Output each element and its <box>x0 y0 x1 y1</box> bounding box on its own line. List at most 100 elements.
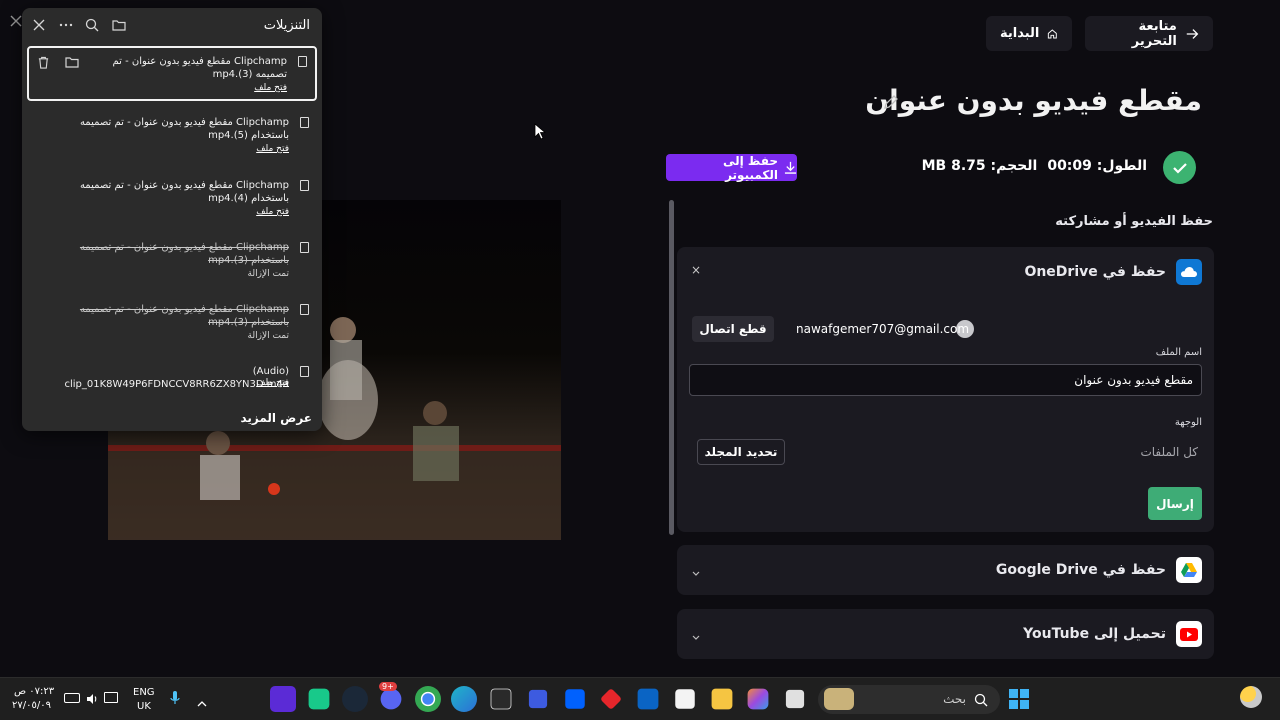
language-top[interactable]: ENG <box>133 687 155 698</box>
store-icon[interactable] <box>675 689 695 709</box>
file-icon <box>300 242 309 253</box>
more-options-icon[interactable] <box>58 17 74 33</box>
youtube-icon <box>1176 621 1202 647</box>
volume-icon[interactable] <box>85 691 99 710</box>
length-value: 00:09 <box>1047 158 1092 174</box>
search-icon[interactable] <box>84 17 100 33</box>
mouse-cursor-icon <box>534 123 547 145</box>
download-item[interactable]: Clipchamp مقطع فيديو بدون عنوان - تم تصم… <box>27 234 317 289</box>
show-in-folder-icon[interactable] <box>65 54 79 73</box>
size-value: 8.75 MB <box>921 158 986 174</box>
disconnect-button[interactable]: قطع اتصال <box>692 316 774 342</box>
youtube-title: تحميل إلى YouTube <box>1023 626 1166 642</box>
search-highlight-icon <box>824 688 854 710</box>
download-item[interactable]: Clipchamp مقطع فيديو بدون عنوان - تم تصم… <box>27 46 317 101</box>
file-icon <box>300 366 309 377</box>
save-to-pc-button[interactable]: حفظ إلى الكمبيوتر <box>666 153 797 182</box>
download-file-name: (Audio) clip_01K8W49P6FDNCCV8RR6ZX8YN3D.… <box>64 366 289 390</box>
steam-icon[interactable] <box>342 686 368 712</box>
disconnect-label: قطع اتصال <box>699 322 767 336</box>
open-folder-icon[interactable] <box>111 17 127 33</box>
google-drive-title: حفظ في Google Drive <box>995 562 1166 578</box>
onedrive-header: حفظ في OneDrive <box>1024 259 1202 285</box>
download-file-name: Clipchamp مقطع فيديو بدون عنوان - تم تصم… <box>79 180 289 204</box>
send-button[interactable]: إرسال <box>1148 487 1202 520</box>
weather-widget-icon[interactable] <box>1240 686 1262 708</box>
save-to-pc-label: حفظ إلى الكمبيوتر <box>722 153 779 182</box>
home-button[interactable]: البداية <box>986 16 1072 51</box>
continue-editing-button[interactable]: متابعة التحرير <box>1085 16 1213 51</box>
youtube-header: تحميل إلى YouTube <box>1023 621 1202 647</box>
file-icon <box>300 180 309 191</box>
downloads-panel: التنزيلات Clipchamp مقطع فيديو بدون عنوا… <box>22 8 322 431</box>
choose-folder-button[interactable]: تحديد المجلد <box>697 439 785 465</box>
onedrive-title: حفظ في OneDrive <box>1024 264 1166 280</box>
home-label: البداية <box>1000 26 1040 41</box>
download-open-link[interactable]: فتح ملف <box>256 144 289 154</box>
arrow-right-icon <box>1186 28 1199 39</box>
close-icon[interactable] <box>31 17 47 33</box>
outlook-icon[interactable] <box>637 688 659 710</box>
scrollbar[interactable] <box>669 200 674 535</box>
file-name-input[interactable] <box>689 364 1202 396</box>
language-bottom[interactable]: UK <box>137 701 151 712</box>
clipchamp-icon[interactable] <box>270 686 296 712</box>
google-drive-card[interactable]: حفظ في Google Drive <box>677 545 1214 595</box>
search-placeholder: بحث <box>943 692 966 706</box>
clock-time[interactable]: ٠٧:٢٣ ص <box>14 686 54 697</box>
download-icon <box>784 161 797 174</box>
download-item[interactable]: Clipchamp مقطع فيديو بدون عنوان - تم تصم… <box>27 109 317 164</box>
microphone-icon[interactable] <box>170 690 180 710</box>
battery-icon[interactable] <box>64 693 80 703</box>
downloads-title: التنزيلات <box>263 18 310 33</box>
discord-icon[interactable] <box>380 688 402 710</box>
download-file-name: Clipchamp مقطع فيديو بدون عنوان - تم تصم… <box>79 304 289 328</box>
download-file-name: Clipchamp مقطع فيديو بدون عنوان - تم تصم… <box>79 242 289 266</box>
onedrive-icon <box>1176 259 1202 285</box>
download-item[interactable]: Clipchamp مقطع فيديو بدون عنوان - تم تصم… <box>27 296 317 351</box>
share-section-label: حفظ الفيديو أو مشاركته <box>1055 214 1213 229</box>
edit-title-icon[interactable] <box>882 93 900 111</box>
chevron-up-icon[interactable] <box>196 693 208 712</box>
epic-games-icon[interactable] <box>490 688 512 710</box>
download-status: تمت الإزالة <box>247 331 289 341</box>
search-icon <box>974 692 988 711</box>
destination-label: الوجهة <box>1174 417 1202 428</box>
app-green-icon[interactable] <box>308 688 330 710</box>
dropbox-icon[interactable] <box>565 689 585 709</box>
app-window-icon[interactable] <box>785 689 805 709</box>
onedrive-card: حفظ في OneDrive × nawafgemer707@gmail.co… <box>677 247 1214 532</box>
download-open-link[interactable]: فتح ملف <box>254 83 287 93</box>
taskbar: ٠٧:٢٣ ص ٢٧/٠٥/٠٩ ENG UK 9+ بحث <box>0 677 1280 720</box>
delete-icon[interactable] <box>37 54 50 73</box>
send-label: إرسال <box>1156 496 1194 511</box>
copilot-icon[interactable] <box>747 688 769 710</box>
home-icon <box>1048 28 1058 38</box>
app-blue-icon[interactable] <box>528 689 548 709</box>
file-explorer-icon[interactable] <box>711 688 733 710</box>
download-item[interactable]: Clipchamp مقطع فيديو بدون عنوان - تم تصم… <box>27 172 317 227</box>
google-drive-icon <box>1176 557 1202 583</box>
length-label: الطول: <box>1096 158 1147 174</box>
overlay-close-icon[interactable] <box>10 12 22 27</box>
network-icon[interactable] <box>104 692 118 703</box>
start-windows-icon[interactable] <box>1009 689 1029 713</box>
chevron-down-icon <box>691 563 701 582</box>
google-drive-header: حفظ في Google Drive <box>996 557 1202 583</box>
video-title: مقطع فيديو بدون عنوان <box>865 84 1202 117</box>
download-open-link[interactable]: فتح ملف <box>256 207 289 217</box>
edge-icon[interactable] <box>451 686 477 712</box>
app-red-icon[interactable] <box>599 687 623 711</box>
clock-date[interactable]: ٢٧/٠٥/٠٩ <box>12 700 51 711</box>
show-more-button[interactable]: عرض المزيد <box>240 411 312 425</box>
download-item[interactable]: (Audio) clip_01K8W49P6FDNCCV8RR6ZX8YN3D.… <box>27 358 317 394</box>
chrome-icon[interactable] <box>415 686 441 712</box>
youtube-card[interactable]: تحميل إلى YouTube <box>677 609 1214 659</box>
onedrive-close-button[interactable]: × <box>691 263 701 277</box>
destination-value: كل الملفات <box>1140 445 1198 459</box>
download-open-link[interactable]: فتح ملف <box>256 378 289 388</box>
download-file-name: Clipchamp مقطع فيديو بدون عنوان - تم تصم… <box>79 117 289 141</box>
download-file-name: Clipchamp مقطع فيديو بدون عنوان - تم تصم… <box>112 56 288 80</box>
file-name-label: اسم الملف <box>1155 347 1202 358</box>
taskbar-search[interactable]: بحث <box>818 685 1000 714</box>
